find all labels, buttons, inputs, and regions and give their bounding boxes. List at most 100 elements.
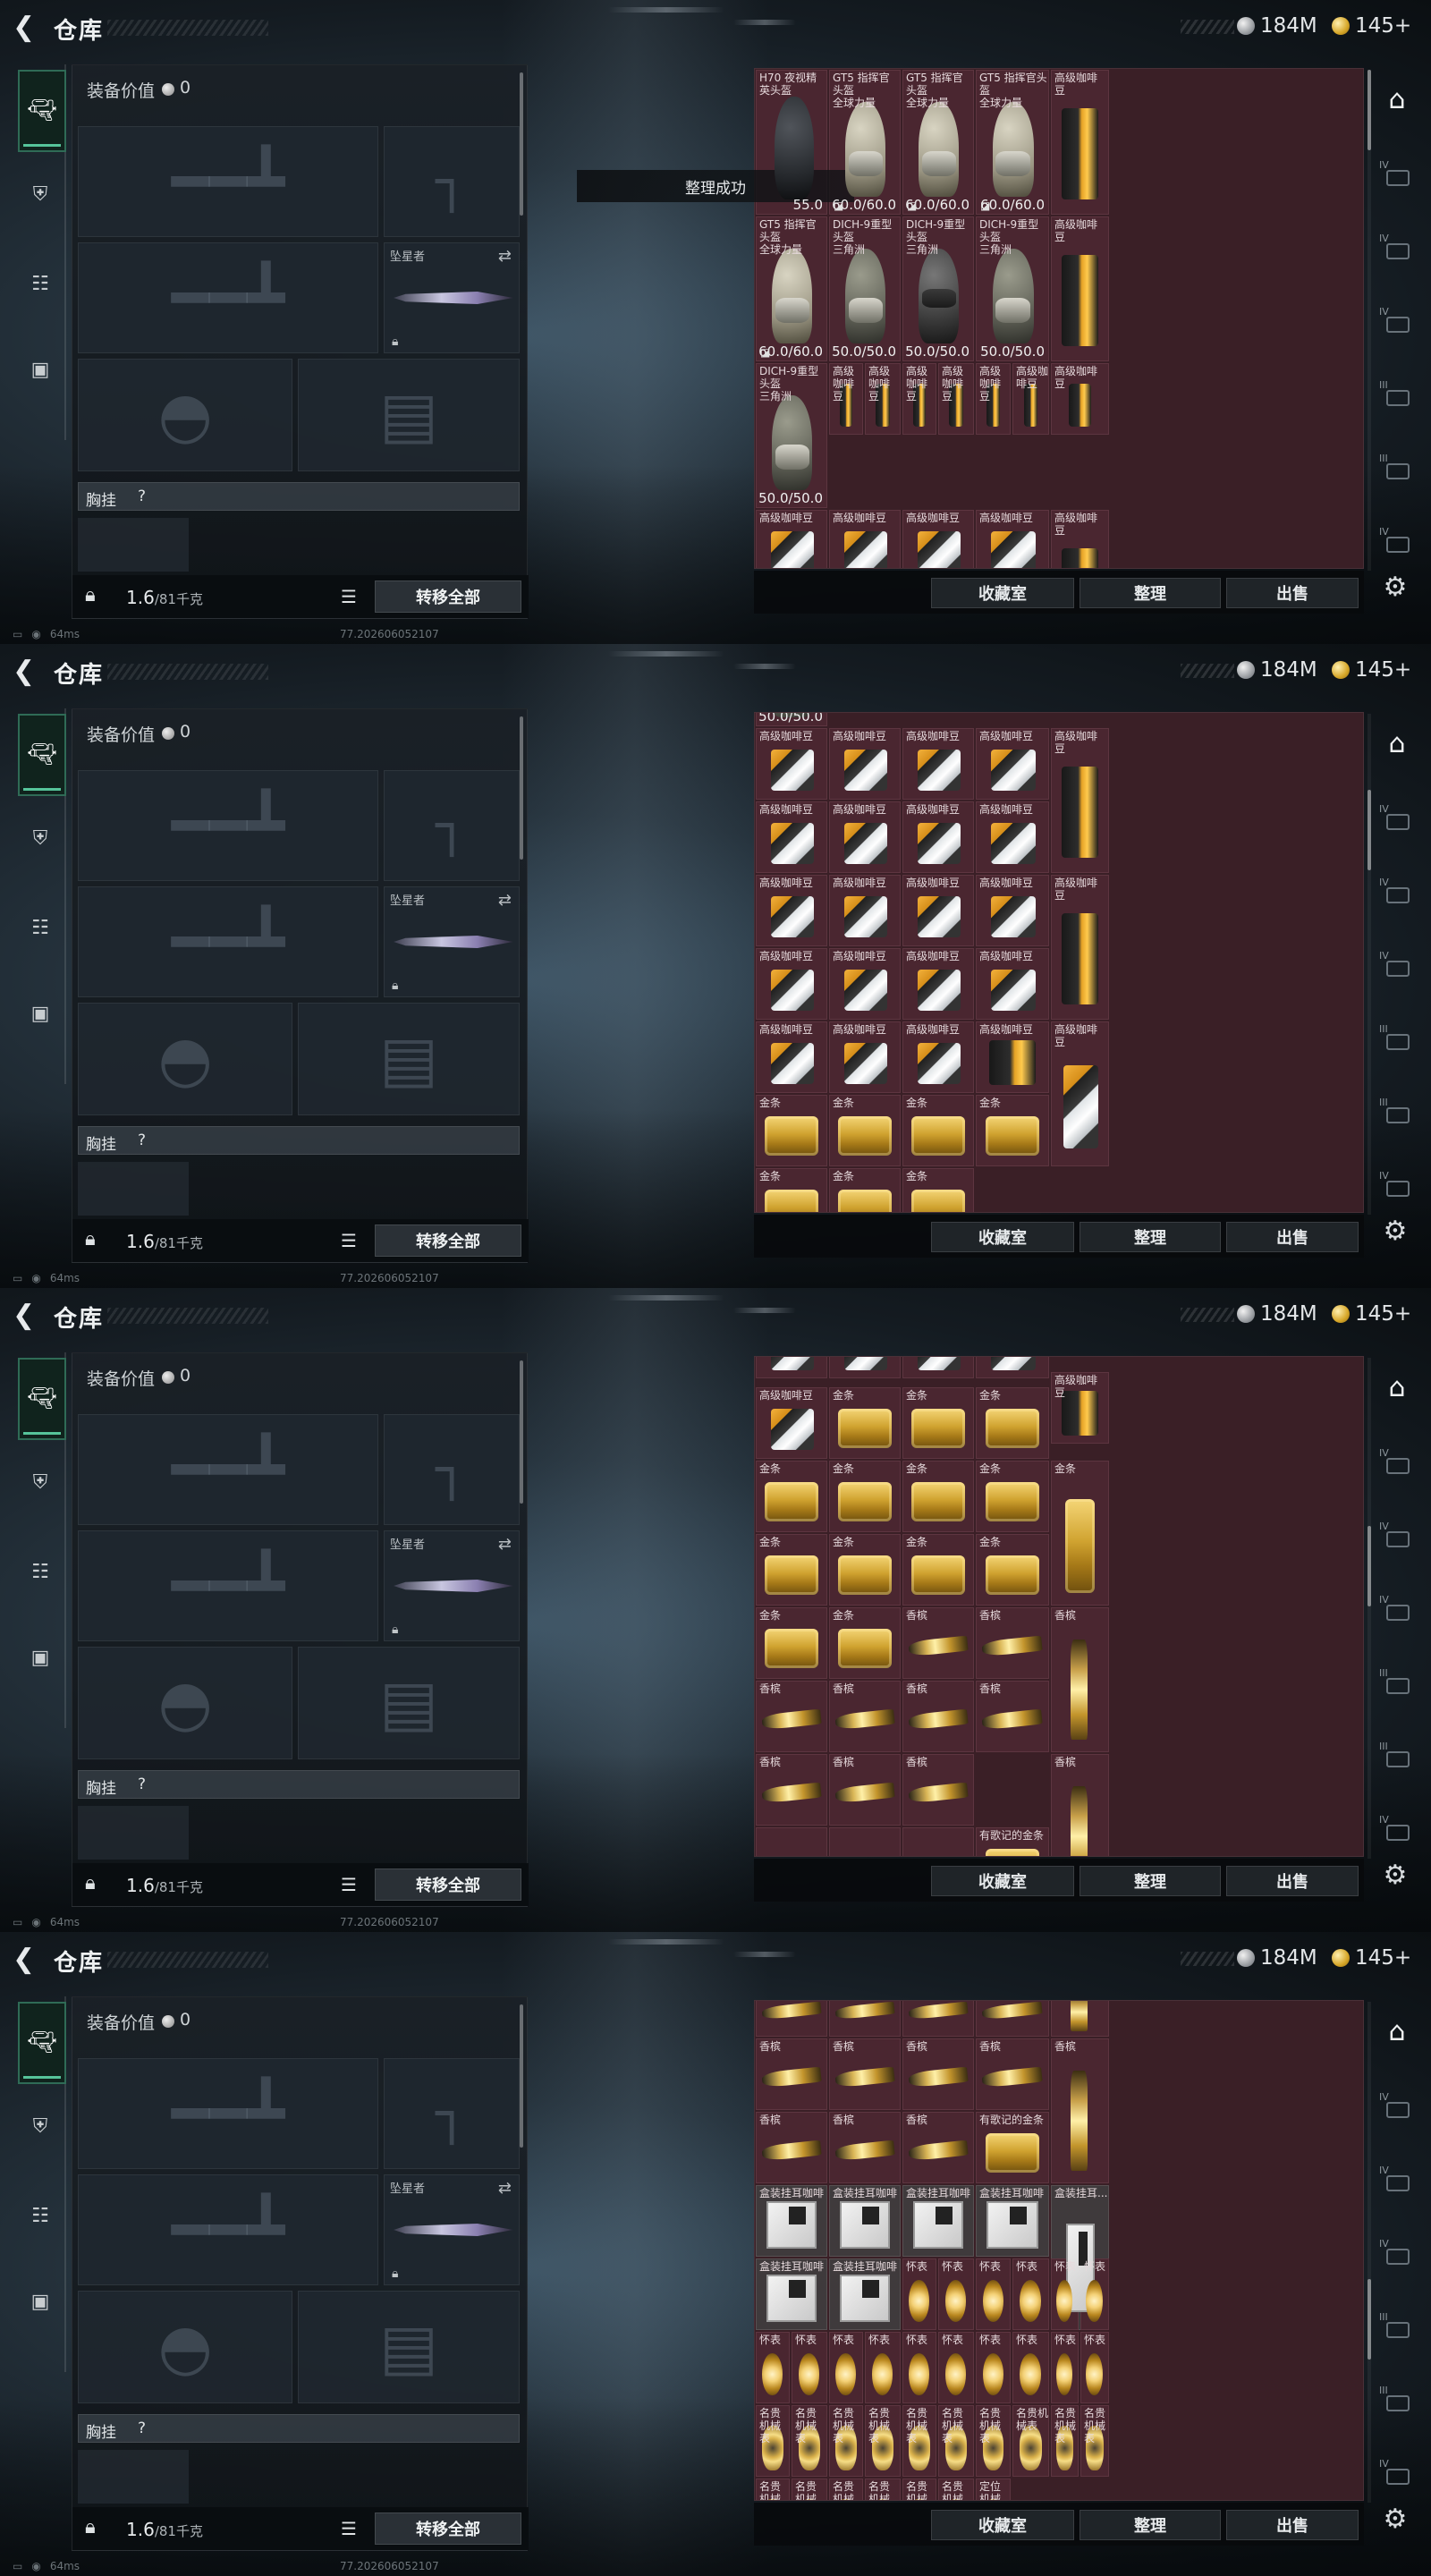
stash-item[interactable] (902, 2001, 974, 2037)
stash-item[interactable]: 高级咖啡豆 (829, 510, 901, 568)
tab-briefcase[interactable]: ▣ (20, 993, 61, 1034)
category-filter-item[interactable]: IV (1377, 2458, 1417, 2496)
stash-item[interactable]: DICH-9重型头盔 三角洲 50.0/50.0 (756, 363, 827, 508)
stash-item[interactable]: 金条 (902, 1095, 974, 1166)
stash-item[interactable]: 怀表 (1012, 2258, 1049, 2330)
silver-currency[interactable]: 184M (1237, 658, 1317, 682)
stash-item[interactable]: 香槟 (756, 1681, 827, 1752)
category-filter-item[interactable]: III (1377, 2385, 1417, 2422)
sell-button[interactable]: 出售 (1226, 2510, 1359, 2540)
secondary-weapon-slot[interactable]: ━━┻ (78, 242, 378, 353)
stash-item[interactable]: 高级咖啡豆 (976, 363, 1011, 435)
stash-item[interactable]: DICH-9重型头盔 三角洲 50.0/50.0 (902, 216, 974, 361)
stash-item[interactable]: 香槟 (756, 2112, 827, 2183)
stash-item[interactable]: 盒装挂耳咖啡 (756, 2185, 827, 2257)
equipment-scrollbar[interactable] (520, 1360, 523, 1504)
category-filter-item[interactable]: IV (1377, 526, 1417, 564)
stash-scroll-thumb[interactable] (1367, 2279, 1371, 2360)
stash-item[interactable]: 香槟 (976, 1681, 1049, 1752)
stash-item[interactable]: 名贵机械表 (976, 2405, 1011, 2477)
help-icon[interactable]: ? (138, 1775, 146, 1793)
swap-icon[interactable]: ⇄ (498, 891, 512, 910)
stash-item[interactable]: 高级咖啡豆 (829, 363, 863, 435)
stash-item[interactable]: 金条 (829, 1387, 901, 1459)
stash-item[interactable]: 名贵机械表 (902, 2479, 936, 2500)
stash-item[interactable]: 金条 (976, 1534, 1049, 1606)
stash-item[interactable]: 香槟 (1051, 1607, 1109, 1752)
stash-item[interactable]: 怀表 (1080, 2332, 1109, 2403)
stash-item[interactable]: 高级咖啡豆 (756, 510, 827, 568)
melee-slot[interactable]: 坠星者 ⇄ 🔒︎ (384, 1530, 520, 1641)
tab-briefcase[interactable]: ▣ (20, 349, 61, 390)
sell-button[interactable]: 出售 (1226, 1866, 1359, 1896)
stash-item[interactable]: 高级咖啡豆 (976, 1021, 1049, 1093)
category-filter-item[interactable]: IV (1377, 2091, 1417, 2129)
stash-item[interactable]: 香槟 (829, 1681, 901, 1752)
primary-weapon-slot[interactable]: ━━┻ (78, 2058, 378, 2169)
stash-item[interactable]: 金条 (829, 1534, 901, 1606)
tab-briefcase[interactable]: ▣ (20, 1637, 61, 1678)
stash-item[interactable]: 怀表 (1051, 2332, 1079, 2403)
stash-item[interactable]: 高级咖啡豆 (902, 1021, 974, 1093)
pistol-slot[interactable]: ┐ (384, 770, 520, 881)
sort-button[interactable]: 整理 (1080, 578, 1221, 608)
favorites-button[interactable]: 收藏室 (931, 2510, 1074, 2540)
chest-rig-slot[interactable] (78, 1162, 189, 1216)
swap-icon[interactable]: ⇄ (498, 1535, 512, 1554)
melee-slot[interactable]: 坠星者 ⇄ 🔒︎ (384, 242, 520, 353)
armor-slot[interactable]: ▤ (298, 359, 520, 471)
list-icon[interactable]: ☰ (341, 1874, 357, 1895)
silver-currency[interactable]: 184M (1237, 14, 1317, 38)
stash-item[interactable]: 香槟 (756, 2038, 827, 2110)
stash-item[interactable]: 怀表 (829, 2332, 863, 2403)
stash-item[interactable]: 高级咖啡豆 (1051, 1372, 1109, 1444)
stash-item[interactable]: 怀表 (976, 2332, 1011, 2403)
stash-item[interactable]: 高级咖啡豆 (1012, 363, 1049, 435)
stash-item[interactable]: 高级咖啡豆 (902, 875, 974, 946)
category-filter-item[interactable]: IV (1377, 1521, 1417, 1558)
stash-item[interactable]: 盒装挂耳咖啡 (829, 2258, 901, 2330)
stash-item[interactable]: 金条 (902, 1168, 974, 1212)
category-filter-item[interactable]: IV (1377, 306, 1417, 343)
sort-button[interactable]: 整理 (1080, 1866, 1221, 1896)
stash-item[interactable]: 高级咖啡豆 (1051, 728, 1109, 873)
tab-briefcase[interactable]: ▣ (20, 2281, 61, 2322)
category-filter-item[interactable]: III (1377, 453, 1417, 490)
equipment-scrollbar[interactable] (520, 2004, 523, 2148)
stash-item[interactable]: 名贵机械表 (756, 2405, 790, 2477)
favorites-button[interactable]: 收藏室 (931, 1222, 1074, 1252)
tab-clipboard[interactable]: ☷ (20, 2195, 61, 2236)
category-filter-item[interactable]: IV (1377, 950, 1417, 987)
stash-grid[interactable]: 香槟 香槟 香槟 香槟 香槟 香槟 香槟 香槟 有歌记的金条 盒装挂耳咖啡 盒装挂耳咖啡 盒装挂耳咖啡… (754, 2000, 1364, 2501)
swap-icon[interactable]: ⇄ (498, 2179, 512, 2198)
stash-item[interactable]: 高级咖啡豆 (756, 1387, 827, 1459)
gear-icon[interactable]: ⚙ (1377, 1213, 1413, 1249)
stash-item[interactable] (756, 1357, 827, 1378)
tab-armor[interactable]: ⛨ (20, 818, 61, 859)
stash-scrollbar[interactable] (1367, 1358, 1371, 1859)
stash-item[interactable]: 怀表 (938, 2332, 974, 2403)
category-filter-item[interactable]: III (1377, 1097, 1417, 1134)
stash-item[interactable]: 高级咖啡豆 (756, 801, 827, 873)
stash-item[interactable]: 名贵机械表 (792, 2405, 827, 2477)
stash-item[interactable]: 高级咖啡豆 (829, 1021, 901, 1093)
stash-item[interactable]: 高级咖啡豆 (902, 948, 974, 1020)
list-icon[interactable]: ☰ (341, 586, 357, 607)
gear-icon[interactable]: ⚙ (1377, 569, 1413, 605)
stash-item[interactable]: 香槟 (902, 2038, 974, 2110)
stash-item[interactable]: 香槟 (902, 2112, 974, 2183)
stash-item[interactable]: 金条 (902, 1461, 974, 1532)
home-icon[interactable]: ⌂ (1374, 721, 1420, 766)
sort-button[interactable]: 整理 (1080, 2510, 1221, 2540)
stash-item[interactable]: 高级咖啡豆 (1051, 875, 1109, 1020)
stash-item[interactable]: 名贵机械表 (902, 2405, 936, 2477)
stash-item[interactable]: 名贵机械表 (829, 2405, 863, 2477)
chest-rig-slot[interactable] (78, 2450, 189, 2504)
helmet-slot[interactable]: ◓ (78, 2291, 292, 2403)
tab-clipboard[interactable]: ☷ (20, 263, 61, 304)
category-filter-item[interactable]: IV (1377, 2165, 1417, 2202)
tab-equipment[interactable]: 🔫︎ (18, 2002, 66, 2084)
stash-item[interactable]: 高级咖啡豆 (1051, 510, 1109, 568)
stash-item[interactable]: 金条 (756, 1534, 827, 1606)
melee-slot[interactable]: 坠星者 ⇄ 🔒︎ (384, 886, 520, 997)
